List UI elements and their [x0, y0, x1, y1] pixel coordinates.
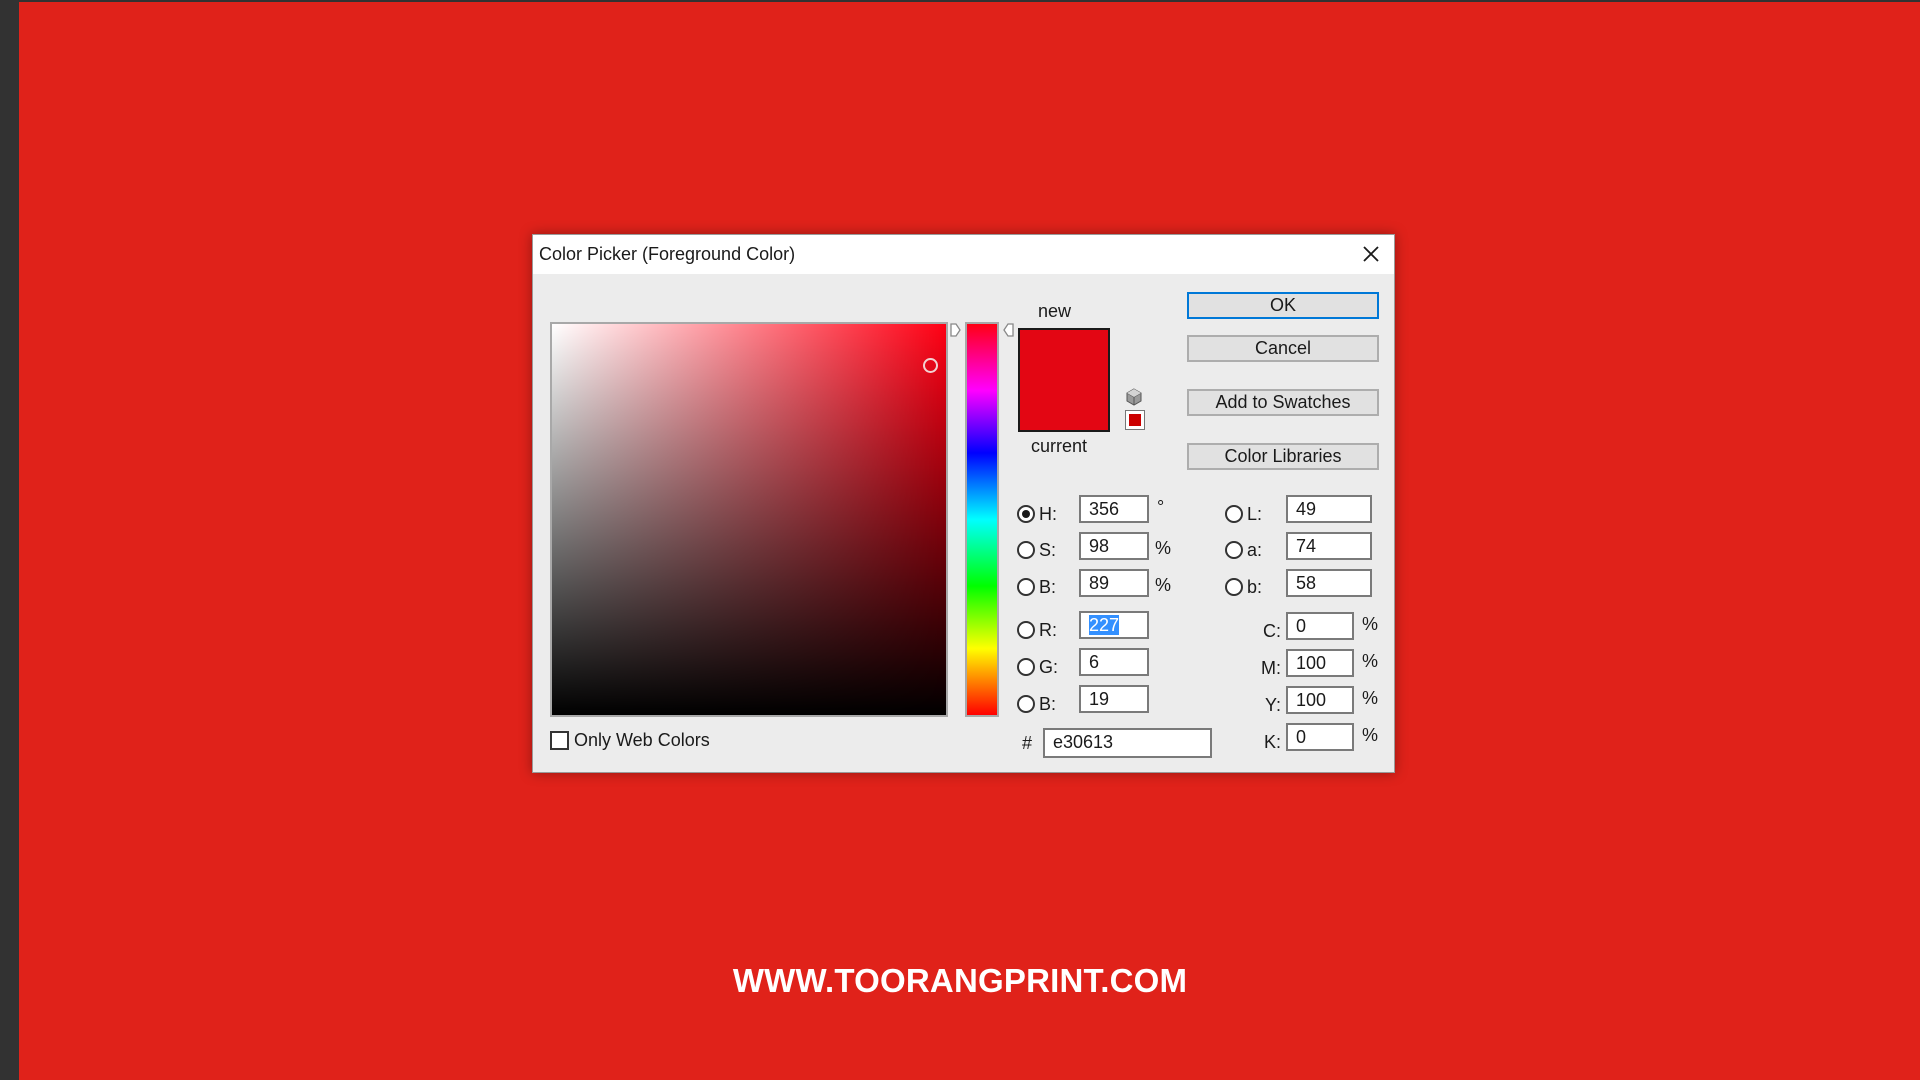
color-picker-dialog: Color Picker (Foreground Color) new curr…	[532, 234, 1395, 773]
new-color-swatch	[1018, 328, 1110, 432]
lab-a-label: a:	[1247, 540, 1263, 560]
out-of-gamut-cube-icon[interactable]	[1125, 388, 1143, 406]
brightness-input[interactable]: 89	[1079, 569, 1149, 597]
color-field-picker-ring[interactable]	[923, 358, 938, 373]
saturation-label: S:	[1039, 540, 1057, 560]
watermark-text: WWW.TOORANGPRINT.COM	[732, 962, 1188, 999]
cyan-input[interactable]: 0	[1286, 612, 1354, 640]
lab-b-input[interactable]: 58	[1286, 569, 1372, 597]
hue-input[interactable]: 356	[1079, 495, 1149, 523]
brightness-label: B:	[1039, 577, 1057, 597]
close-icon	[1363, 246, 1379, 262]
blue-input[interactable]: 19	[1079, 685, 1149, 713]
cyan-label: C:	[1263, 621, 1281, 641]
only-web-colors-label[interactable]: Only Web Colors	[574, 730, 710, 751]
green-radio[interactable]	[1017, 658, 1035, 676]
new-color-label: new	[1038, 301, 1072, 321]
magenta-label: M:	[1261, 658, 1281, 678]
green-input[interactable]: 6	[1079, 648, 1149, 676]
brightness-unit: %	[1155, 575, 1172, 595]
lab-b-label: b:	[1247, 577, 1263, 597]
close-button[interactable]	[1358, 241, 1384, 267]
title-bar[interactable]: Color Picker (Foreground Color)	[533, 235, 1394, 274]
yellow-input[interactable]: 100	[1286, 686, 1354, 714]
lab-l-input[interactable]: 49	[1286, 495, 1372, 523]
cyan-unit: %	[1362, 614, 1379, 634]
color-field[interactable]	[550, 322, 948, 717]
hue-radio[interactable]	[1017, 505, 1035, 523]
current-color-label: current	[1031, 436, 1088, 456]
add-to-swatches-button[interactable]: Add to Swatches	[1187, 389, 1379, 416]
yellow-label: Y:	[1264, 695, 1281, 715]
only-web-colors-checkbox[interactable]	[550, 731, 569, 750]
saturation-input[interactable]: 98	[1079, 532, 1149, 560]
hex-input[interactable]: e30613	[1043, 728, 1212, 758]
red-input-selected-text: 227	[1089, 615, 1120, 635]
hue-label: H:	[1039, 504, 1057, 524]
yellow-unit: %	[1362, 688, 1379, 708]
hue-slider-right-arrow-icon[interactable]	[1002, 322, 1014, 338]
hex-prefix: #	[1022, 733, 1033, 753]
lab-a-input[interactable]: 74	[1286, 532, 1372, 560]
black-input[interactable]: 0	[1286, 723, 1354, 751]
black-label: K:	[1263, 732, 1281, 752]
red-radio[interactable]	[1017, 621, 1035, 639]
hue-slider[interactable]	[965, 322, 999, 717]
lab-l-radio[interactable]	[1225, 505, 1243, 523]
blue-radio[interactable]	[1017, 695, 1035, 713]
lab-l-label: L:	[1247, 504, 1263, 524]
black-unit: %	[1362, 725, 1379, 745]
green-label: G:	[1039, 657, 1059, 677]
lab-b-radio[interactable]	[1225, 578, 1243, 596]
magenta-unit: %	[1362, 651, 1379, 671]
color-libraries-button[interactable]: Color Libraries	[1187, 443, 1379, 470]
lab-a-radio[interactable]	[1225, 541, 1243, 559]
dialog-title: Color Picker (Foreground Color)	[539, 244, 796, 264]
red-input[interactable]: 227	[1079, 611, 1149, 639]
web-safe-color-fill	[1129, 414, 1141, 426]
blue-label: B:	[1039, 694, 1057, 714]
ok-button[interactable]: OK	[1187, 292, 1379, 319]
hue-unit: °	[1157, 497, 1165, 517]
magenta-input[interactable]: 100	[1286, 649, 1354, 677]
cancel-button[interactable]: Cancel	[1187, 335, 1379, 362]
hue-slider-left-arrow-icon[interactable]	[950, 322, 962, 338]
saturation-radio[interactable]	[1017, 541, 1035, 559]
saturation-unit: %	[1155, 538, 1172, 558]
brightness-radio[interactable]	[1017, 578, 1035, 596]
red-label: R:	[1039, 620, 1057, 640]
web-safe-color-swatch[interactable]	[1125, 410, 1145, 430]
